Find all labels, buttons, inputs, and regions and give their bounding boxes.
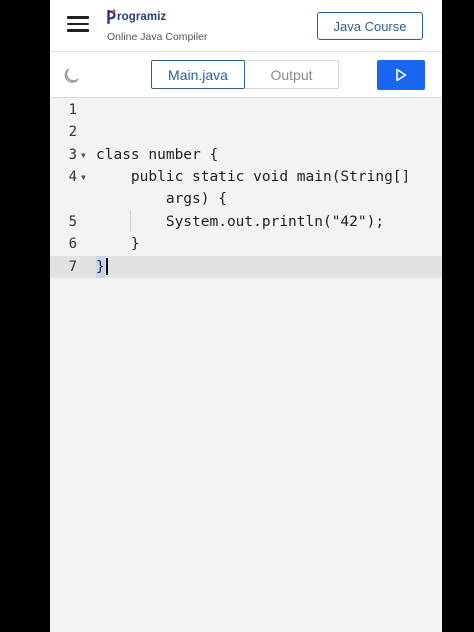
line-number: 6 — [68, 236, 77, 252]
code-line: 5 System.out.println("42"); — [50, 211, 442, 233]
app-window: rogramiz Online Java Compiler Java Cours… — [50, 0, 442, 632]
code-text: class number { — [96, 147, 219, 163]
code-line: args) { — [50, 188, 442, 210]
text-cursor — [106, 258, 108, 275]
line-number: 3 — [68, 147, 77, 163]
line-number: 4 — [68, 169, 77, 185]
moon-icon[interactable] — [63, 65, 83, 85]
fold-arrow-icon[interactable]: ▼ — [81, 151, 86, 160]
code-line: 3 ▼ class number { — [50, 144, 442, 166]
brand-name: rogramiz — [117, 11, 167, 23]
line-number: 2 — [68, 124, 77, 140]
java-course-button[interactable]: Java Course — [317, 12, 423, 40]
code-line: 1 — [50, 99, 442, 121]
play-icon — [396, 68, 407, 82]
code-text: } — [96, 236, 140, 252]
tab-main-java[interactable]: Main.java — [151, 60, 245, 89]
code-line-active: 7 } — [50, 256, 442, 278]
header: rogramiz Online Java Compiler Java Cours… — [50, 0, 442, 52]
code-line: 4 ▼ public static void main(String[] — [50, 166, 442, 188]
code-text: args) { — [96, 191, 227, 207]
hamburger-menu-icon[interactable] — [67, 16, 89, 32]
line-number: 1 — [68, 102, 77, 118]
code-editor[interactable]: 1 2 3 ▼ class number { 4 ▼ public static… — [50, 98, 442, 632]
code-line: 2 — [50, 121, 442, 143]
tab-output[interactable]: Output — [245, 60, 339, 89]
line-number: 7 — [68, 259, 77, 275]
code-text: System.out.println("42"); — [96, 214, 385, 230]
page-subtitle: Online Java Compiler — [107, 31, 208, 43]
fold-arrow-icon[interactable]: ▼ — [81, 173, 86, 182]
editor-toolbar: Main.java Output — [50, 52, 442, 98]
file-tabs: Main.java Output — [151, 60, 339, 89]
code-line: 6 } — [50, 233, 442, 255]
code-text: public static void main(String[] — [96, 169, 411, 185]
code-text: } — [96, 256, 105, 278]
programiz-logo[interactable]: rogramiz — [107, 7, 166, 27]
run-button[interactable] — [377, 60, 425, 90]
indent-guide — [130, 210, 131, 232]
programiz-logo-icon — [107, 9, 116, 25]
line-number: 5 — [68, 214, 77, 230]
